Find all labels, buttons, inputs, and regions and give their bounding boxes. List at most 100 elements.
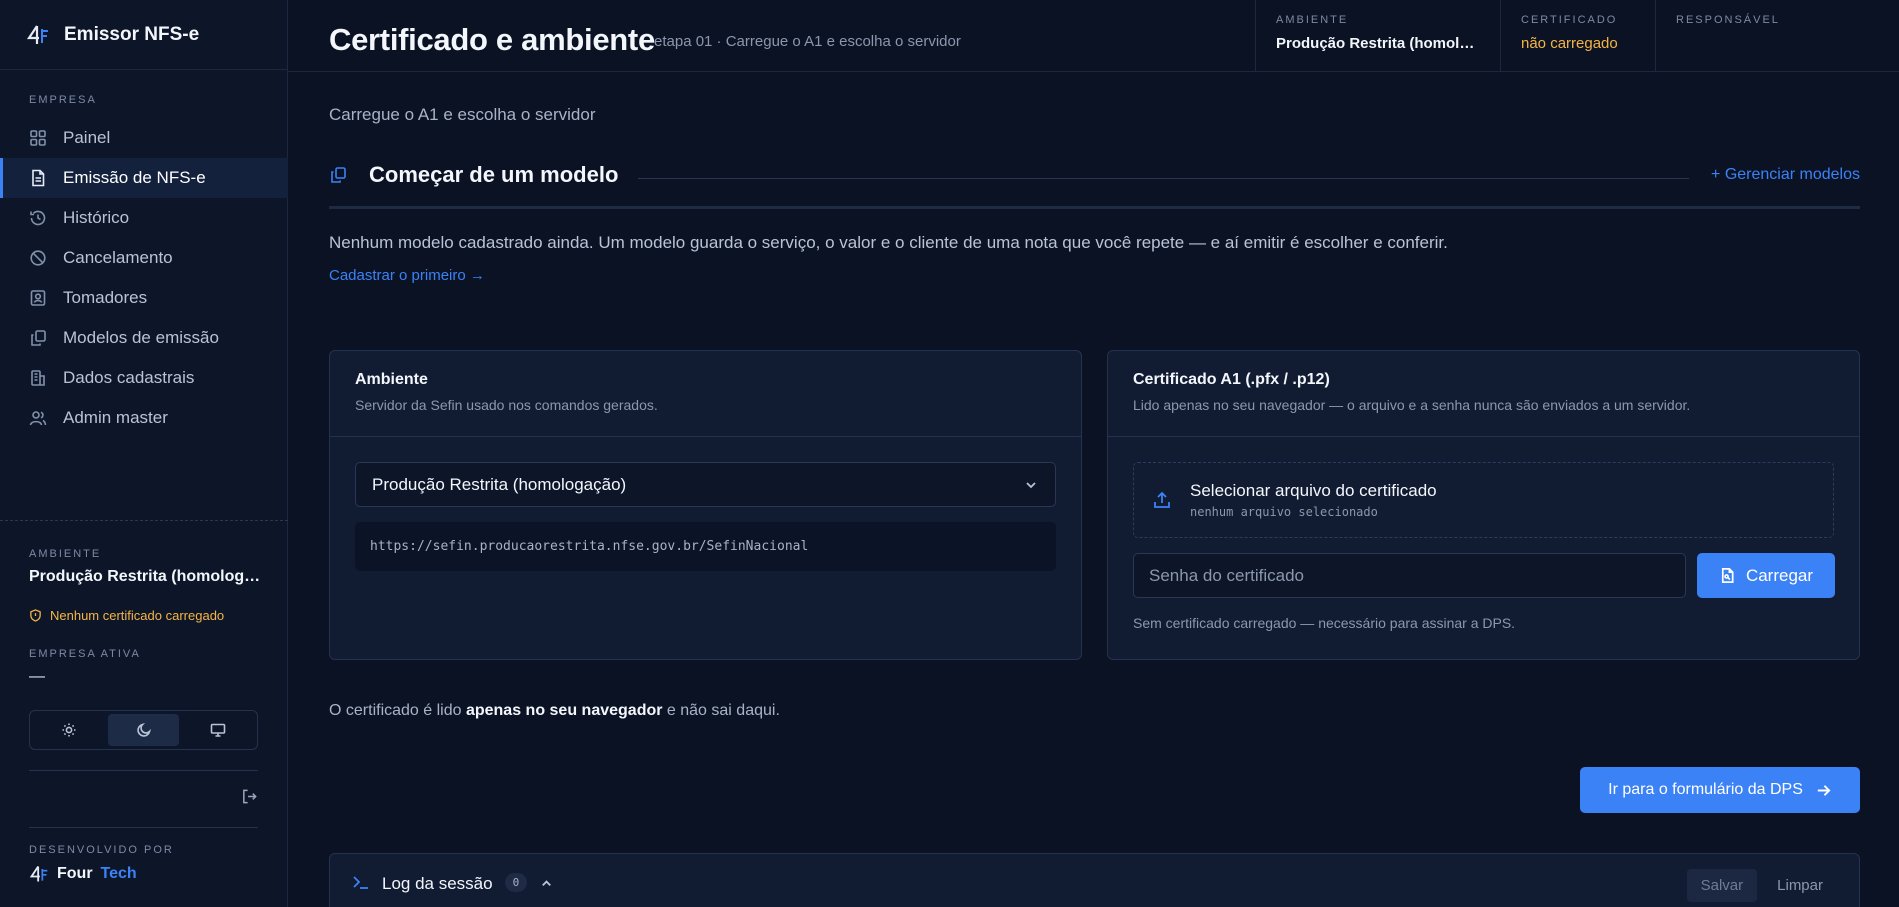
document-icon [29, 169, 47, 187]
certificate-card-header: Certificado A1 (.pfx / .p12) Lido apenas… [1108, 351, 1859, 437]
upload-icon [1152, 490, 1172, 510]
load-certificate-button[interactable]: Carregar [1697, 553, 1835, 598]
certificate-status-note: Sem certificado carregado — necessário p… [1133, 615, 1516, 631]
create-first-model-link[interactable]: Cadastrar o primeiro → [329, 267, 485, 284]
session-log-count-badge: 0 [504, 873, 528, 892]
sidebar-item-historico[interactable]: Histórico [0, 198, 288, 238]
environment-card-header: Ambiente Servidor da Sefin usado nos com… [330, 351, 1081, 437]
header-environment-label: AMBIENTE [1276, 14, 1349, 26]
ban-icon [29, 249, 47, 267]
certificate-file-picker[interactable]: Selecionar arquivo do certificado nenhum… [1133, 462, 1834, 538]
theme-system-button[interactable] [182, 714, 254, 746]
chevron-up-icon[interactable] [539, 876, 554, 891]
sidebar-item-label: Histórico [63, 208, 130, 227]
sidebar-section-label: EMPRESA [29, 94, 97, 106]
developer-brand-first: Four [57, 865, 93, 882]
header-certificate-label: CERTIFICADO [1521, 14, 1618, 26]
session-log-panel: Log da sessão 0 Salvar Limpar [329, 853, 1860, 907]
sidebar-item-tomadores[interactable]: Tomadores [0, 278, 288, 318]
brand[interactable]: Emissor NFS-e [0, 0, 287, 70]
logout-button[interactable] [241, 788, 258, 805]
logout-icon [241, 788, 258, 805]
sidebar-item-modelos[interactable]: Modelos de emissão [0, 318, 288, 358]
building-icon [29, 369, 47, 387]
header-environment: AMBIENTE Produção Restrita (homologação) [1255, 0, 1500, 72]
environment-select[interactable]: Produção Restrita (homologação) [355, 462, 1056, 507]
copy-icon [329, 166, 347, 184]
sidebar-footer: AMBIENTE Produção Restrita (homologação)… [0, 520, 288, 882]
file-key-icon [1719, 567, 1736, 584]
certificate-card-title: Certificado A1 (.pfx / .p12) [1133, 371, 1330, 388]
sidebar-item-label: Painel [63, 128, 111, 147]
developer-brand[interactable]: Four Tech [29, 864, 174, 884]
sidebar-item-emissao[interactable]: Emissão de NFS-e [0, 158, 288, 198]
file-picker-text: Selecionar arquivo do certificado nenhum… [1190, 481, 1437, 519]
session-log-actions: Salvar Limpar [1686, 869, 1837, 902]
header-certificate-value: não carregado [1521, 35, 1618, 52]
sidebar-item-label: Emissão de NFS-e [63, 168, 206, 187]
clear-log-button[interactable]: Limpar [1763, 869, 1837, 902]
environment-select-value: Produção Restrita (homologação) [372, 474, 627, 494]
page-header: Certificado e ambiente etapa 01 · Carreg… [288, 0, 1899, 72]
divider [29, 827, 258, 828]
divider [638, 177, 1690, 179]
history-icon [29, 209, 47, 227]
theme-light-button[interactable] [33, 714, 105, 746]
sidebar: Emissor NFS-e EMPRESA Painel Emissão de … [0, 0, 288, 907]
header-responsible-label: RESPONSÁVEL [1676, 14, 1780, 26]
server-url: https://sefin.producaorestrita.nfse.gov.… [355, 522, 1056, 571]
active-company-label: EMPRESA ATIVA [29, 648, 141, 660]
sidebar-nav: Painel Emissão de NFS-e Histórico Cancel… [0, 118, 288, 438]
shield-warning-icon [29, 609, 42, 622]
theme-dark-button[interactable] [107, 714, 180, 746]
header-certificate: CERTIFICADO não carregado [1500, 0, 1656, 72]
copy-icon [29, 329, 47, 347]
environment-value: Produção Restrita (homologação) [29, 568, 264, 585]
active-company-value: — [29, 668, 45, 685]
go-to-dps-form-button[interactable]: Ir para o formulário da DPS [1580, 767, 1860, 813]
app-name: Emissor NFS-e [64, 23, 200, 45]
users-icon [29, 409, 47, 427]
certificate-card: Certificado A1 (.pfx / .p12) Lido apenas… [1107, 350, 1860, 660]
chevron-down-icon [1023, 477, 1039, 493]
sidebar-item-label: Cancelamento [63, 248, 173, 267]
developer-label: DESENVOLVIDO POR [29, 844, 174, 856]
sidebar-item-label: Tomadores [63, 288, 148, 307]
save-log-button[interactable]: Salvar [1686, 869, 1758, 902]
developer-brand-second: Tech [100, 865, 137, 882]
sidebar-item-label: Modelos de emissão [63, 328, 219, 347]
contact-icon [29, 289, 47, 307]
environment-card-title: Ambiente [355, 371, 428, 388]
sidebar-item-admin[interactable]: Admin master [0, 398, 288, 438]
certificate-password-input[interactable] [1133, 553, 1686, 598]
sidebar-item-painel[interactable]: Painel [0, 118, 288, 158]
header-environment-value: Produção Restrita (homologação) [1276, 35, 1480, 52]
sidebar-item-dados[interactable]: Dados cadastrais [0, 358, 288, 398]
page-title: Certificado e ambiente [329, 22, 655, 57]
grid-icon [29, 129, 47, 147]
developer-credit: DESENVOLVIDO POR Four Tech [29, 844, 174, 884]
terminal-icon [352, 873, 370, 891]
moon-icon [136, 722, 152, 738]
certificate-warning: Nenhum certificado carregado [29, 608, 224, 623]
models-section-header: Começar de um modelo + Gerenciar modelos [329, 160, 1860, 190]
models-empty-text: Nenhum modelo cadastrado ainda. Um model… [329, 233, 1448, 252]
divider [0, 520, 288, 524]
fourtech-logo-icon [29, 864, 49, 884]
sidebar-item-label: Dados cadastrais [63, 368, 195, 387]
intro-text: Carregue o A1 e escolha o servidor [329, 105, 596, 124]
manage-models-link[interactable]: + Gerenciar modelos [1711, 166, 1860, 184]
models-title: Começar de um modelo [369, 162, 619, 187]
sun-icon [61, 722, 77, 738]
certificate-card-desc: Lido apenas no seu navegador — o arquivo… [1133, 397, 1691, 413]
file-picker-status: nenhum arquivo selecionado [1190, 505, 1378, 519]
theme-switcher [29, 710, 258, 750]
privacy-note-part: O certificado é lido [329, 702, 466, 719]
sidebar-environment: AMBIENTE Produção Restrita (homologação) [29, 548, 264, 586]
file-picker-title: Selecionar arquivo do certificado [1190, 481, 1437, 500]
active-company: EMPRESA ATIVA — [29, 648, 141, 686]
divider [29, 770, 258, 771]
go-to-dps-form-label: Ir para o formulário da DPS [1608, 781, 1803, 798]
sidebar-item-cancelamento[interactable]: Cancelamento [0, 238, 288, 278]
environment-label: AMBIENTE [29, 548, 102, 560]
